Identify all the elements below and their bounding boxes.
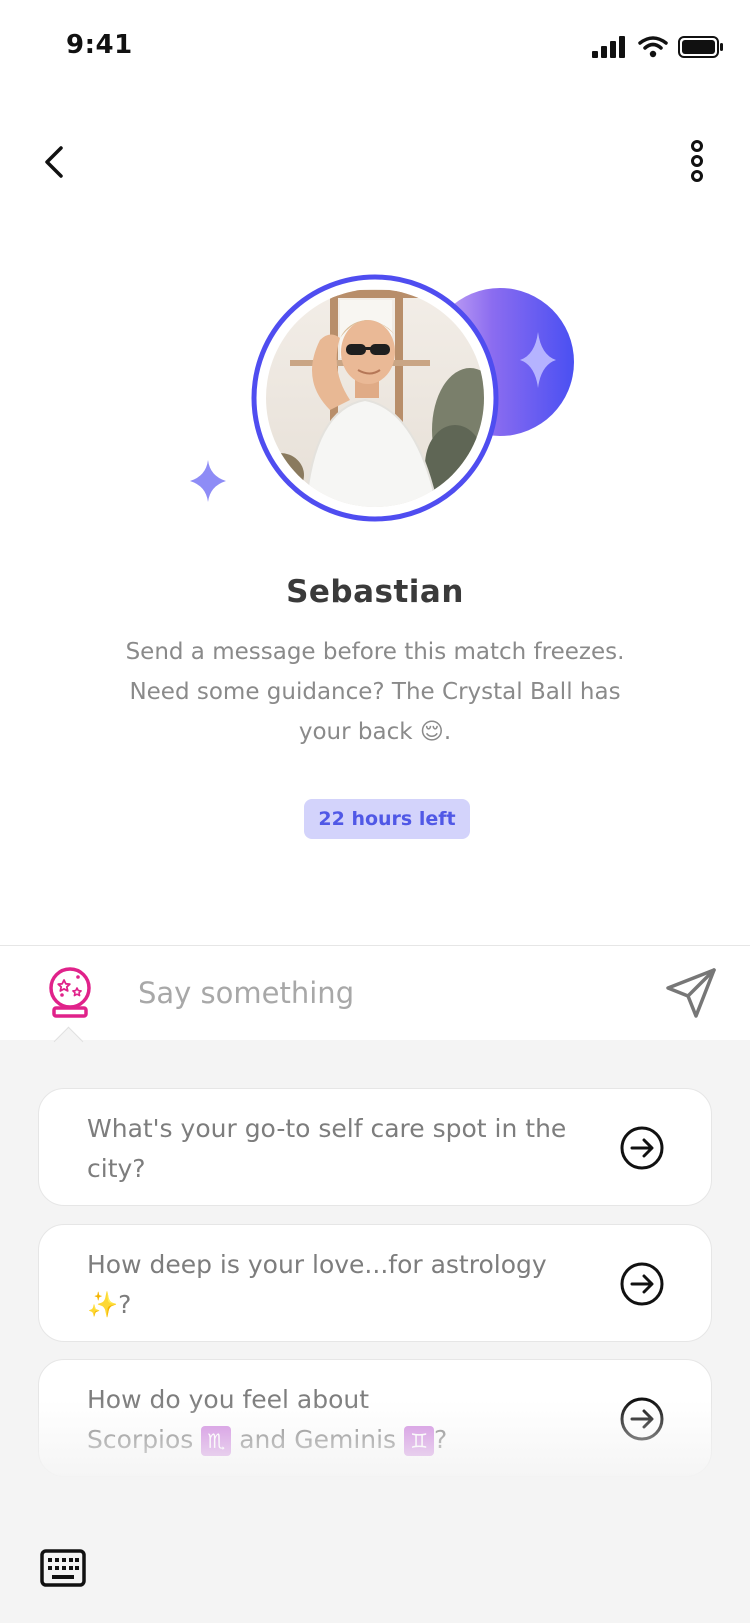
battery-icon <box>678 36 723 58</box>
suggestion-text: How deep is your love...for astrology ✨? <box>87 1250 547 1319</box>
signal-icon <box>592 36 625 58</box>
wifi-icon <box>638 36 668 58</box>
suggestion-text: What's your go-to self care spot in the … <box>87 1114 567 1183</box>
profile-avatar-art <box>190 274 574 522</box>
crystal-ball-button[interactable] <box>42 964 98 1020</box>
suggestion-card[interactable]: What's your go-to self care spot in the … <box>38 1088 712 1206</box>
match-name: Sebastian <box>286 574 464 610</box>
crystal-ball-icon <box>49 967 91 1018</box>
suggestion-text: How do you feel about Scorpios ♏ and Gem… <box>87 1385 448 1456</box>
keyboard-toggle-button[interactable] <box>40 1549 86 1587</box>
arrow-circle-right-icon <box>620 1262 664 1306</box>
arrow-circle-right-icon <box>620 1397 664 1441</box>
send-button[interactable] <box>664 966 718 1020</box>
message-input[interactable] <box>136 966 630 1020</box>
time-left-badge: 22 hours left <box>304 799 470 839</box>
back-chevron-icon <box>45 146 63 178</box>
status-icons <box>592 34 724 60</box>
arrow-circle-right-icon <box>620 1126 664 1170</box>
keyboard-icon <box>40 1549 86 1587</box>
gemini-icon: ♊ <box>404 1426 435 1456</box>
send-icon <box>666 968 716 1018</box>
scorpio-icon: ♏ <box>201 1426 232 1456</box>
back-button[interactable] <box>34 140 74 184</box>
more-options-button[interactable] <box>680 136 714 186</box>
suggestion-card[interactable]: How do you feel about Scorpios ♏ and Gem… <box>38 1359 712 1477</box>
more-vertical-icon <box>691 140 703 182</box>
sparkle-icon <box>190 460 226 502</box>
match-description: Send a message before this match freezes… <box>125 639 625 745</box>
suggestion-card[interactable]: How deep is your love...for astrology ✨? <box>38 1224 712 1342</box>
status-time: 9:41 <box>66 30 133 60</box>
